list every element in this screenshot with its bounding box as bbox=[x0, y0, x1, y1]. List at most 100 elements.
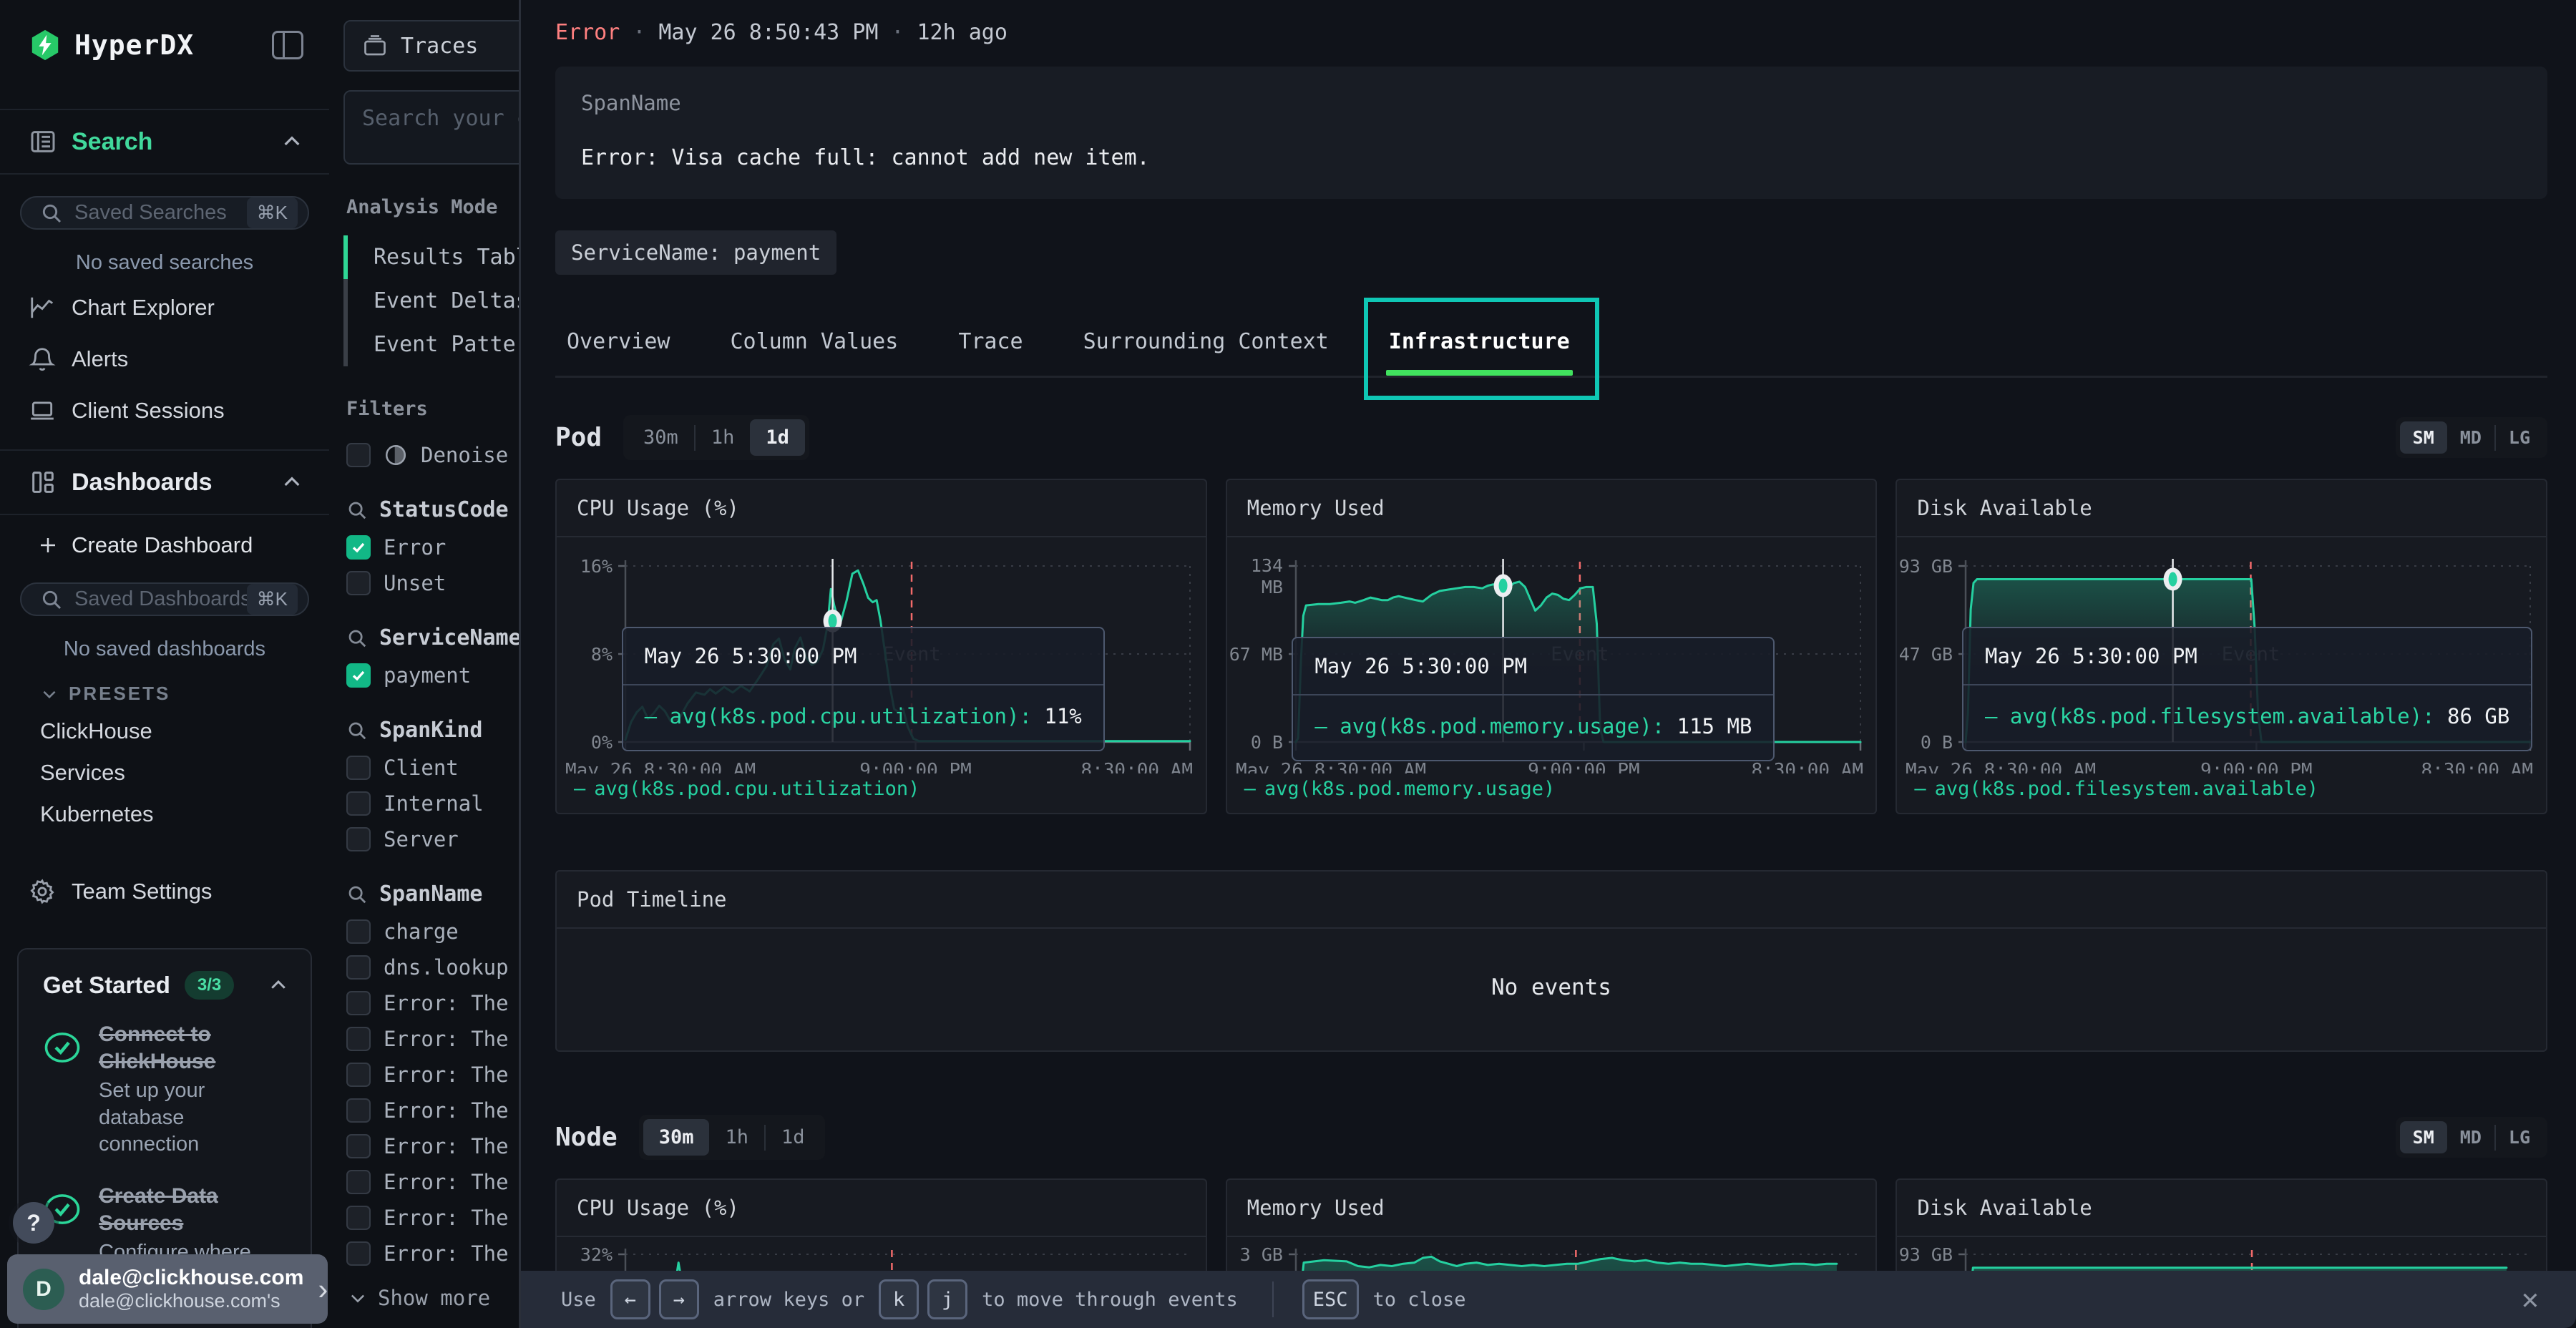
checkbox-checked[interactable] bbox=[346, 535, 371, 560]
sidebar-item-alerts[interactable]: Alerts bbox=[0, 333, 329, 385]
chart-card-pod-cpu: CPU Usage (%) 16%8%0%May 26 8:30:00 AM9:… bbox=[555, 479, 1207, 814]
checkbox-unchecked[interactable] bbox=[346, 827, 371, 851]
checkbox-unchecked[interactable] bbox=[346, 955, 371, 980]
presets-toggle[interactable]: PRESETS bbox=[0, 668, 329, 711]
pod-size-md[interactable]: MD bbox=[2447, 421, 2494, 454]
help-button[interactable]: ? bbox=[13, 1202, 54, 1244]
filter-option-row[interactable]: payment bbox=[343, 658, 519, 693]
pod-memory-chart[interactable]: 134MB67 MB0 BMay 26 8:30:00 AM9:00:00 PM… bbox=[1227, 537, 1876, 773]
filter-option-row[interactable]: Unset bbox=[343, 565, 519, 601]
filter-option-row[interactable]: Internal bbox=[343, 786, 519, 821]
filter-option-row[interactable]: Client bbox=[343, 750, 519, 786]
chart-line-icon bbox=[29, 294, 56, 321]
node-size-sm[interactable]: SM bbox=[2400, 1121, 2447, 1153]
close-icon[interactable]: ✕ bbox=[2522, 1283, 2539, 1316]
k-key[interactable]: k bbox=[879, 1279, 919, 1319]
preset-kubernetes[interactable]: Kubernetes bbox=[0, 794, 329, 835]
checkbox-unchecked[interactable] bbox=[346, 1027, 371, 1051]
hint-close: to close bbox=[1373, 1289, 1466, 1311]
analysis-mode-option[interactable]: Results Table bbox=[343, 235, 519, 279]
pod-size-sm[interactable]: SM bbox=[2400, 421, 2447, 454]
svg-text:0 B: 0 B bbox=[1251, 732, 1283, 753]
filter-option-label: Error bbox=[384, 535, 446, 560]
filter-option-row[interactable]: charge bbox=[343, 914, 519, 949]
tab-infrastructure[interactable]: Infrastructure bbox=[1382, 311, 1577, 376]
filter-option-row[interactable]: Error bbox=[343, 529, 519, 565]
filter-option-row[interactable]: Error: The cr bbox=[343, 1236, 519, 1271]
node-range-30m[interactable]: 30m bbox=[643, 1119, 710, 1156]
node-size-lg[interactable]: LG bbox=[2496, 1121, 2543, 1153]
analysis-mode-option[interactable]: Event Deltas bbox=[343, 279, 519, 323]
preset-services[interactable]: Services bbox=[0, 752, 329, 794]
sidebar-section-search[interactable]: Search bbox=[0, 109, 329, 175]
denoise-checkbox-row[interactable]: Denoise Results bbox=[343, 437, 519, 473]
get-started-item[interactable]: Connect to ClickHouse Set up your databa… bbox=[43, 1021, 289, 1158]
pod-range-30m[interactable]: 30m bbox=[628, 419, 694, 456]
checkbox-unchecked[interactable] bbox=[346, 1098, 371, 1123]
checkbox-unchecked[interactable] bbox=[346, 1206, 371, 1230]
tab-column-values[interactable]: Column Values bbox=[723, 311, 906, 376]
checkbox-unchecked[interactable] bbox=[346, 1063, 371, 1087]
node-size-md[interactable]: MD bbox=[2447, 1121, 2494, 1153]
filter-option-row[interactable]: Error: The cr bbox=[343, 1021, 519, 1057]
drawer-scroll-area[interactable]: Error · May 26 8:50:43 PM · 12h ago Span… bbox=[521, 0, 2576, 1328]
checkbox-unchecked[interactable] bbox=[346, 571, 371, 595]
filter-option-row[interactable]: Error: The cr bbox=[343, 1057, 519, 1093]
get-started-header[interactable]: Get Started 3/3 bbox=[43, 971, 289, 1000]
checkbox-unchecked[interactable] bbox=[346, 1170, 371, 1194]
filter-option-row[interactable]: Error: The cr bbox=[343, 985, 519, 1021]
sidebar-item-client-sessions[interactable]: Client Sessions bbox=[0, 385, 329, 436]
chart-legend[interactable]: —avg(k8s.pod.filesystem.available) bbox=[1897, 773, 2546, 813]
filter-option-row[interactable]: Error: The cr bbox=[343, 1200, 519, 1236]
arrow-left-key[interactable]: ← bbox=[610, 1279, 650, 1319]
checkbox-unchecked[interactable] bbox=[346, 443, 371, 467]
tab-surrounding-context[interactable]: Surrounding Context bbox=[1076, 311, 1336, 376]
saved-searches-input[interactable]: Saved Searches ⌘K bbox=[20, 196, 309, 230]
checkbox-checked[interactable] bbox=[346, 663, 371, 688]
filter-group-header: StatusCode bbox=[346, 497, 519, 522]
source-select[interactable]: Traces bbox=[343, 20, 519, 72]
checkbox-unchecked[interactable] bbox=[346, 991, 371, 1015]
chart-title: Disk Available bbox=[1897, 1180, 2546, 1237]
sidebar-section-dashboards[interactable]: Dashboards bbox=[0, 449, 329, 515]
filter-option-row[interactable]: dns.lookup bbox=[343, 949, 519, 985]
pod-range-1d[interactable]: 1d bbox=[750, 419, 805, 456]
keyboard-hint-bar: Use ← → arrow keys or k j to move throug… bbox=[521, 1271, 2576, 1328]
node-range-1h[interactable]: 1h bbox=[709, 1119, 764, 1156]
filter-option-row[interactable]: Error: The cr bbox=[343, 1128, 519, 1164]
filter-option-row[interactable]: Server bbox=[343, 821, 519, 857]
filter-option-label: Error: The cr bbox=[384, 1027, 519, 1051]
checkbox-unchecked[interactable] bbox=[346, 919, 371, 944]
pod-size-lg[interactable]: LG bbox=[2496, 421, 2543, 454]
checkbox-unchecked[interactable] bbox=[346, 756, 371, 780]
esc-key[interactable]: ESC bbox=[1302, 1279, 1359, 1319]
saved-dashboards-input[interactable]: Saved Dashboards ⌘K bbox=[20, 582, 309, 616]
filter-option-row[interactable]: Error: The cr bbox=[343, 1093, 519, 1128]
search-icon bbox=[346, 628, 368, 649]
node-range-1d[interactable]: 1d bbox=[766, 1119, 821, 1156]
arrow-right-key[interactable]: → bbox=[659, 1279, 699, 1319]
analysis-mode-option[interactable]: Event Patterns bbox=[343, 323, 519, 366]
create-dashboard-button[interactable]: Create Dashboard bbox=[0, 515, 329, 561]
checkbox-unchecked[interactable] bbox=[346, 1241, 371, 1266]
chart-legend[interactable]: —avg(k8s.pod.cpu.utilization) bbox=[557, 773, 1206, 813]
user-menu[interactable]: D dale@clickhouse.com dale@clickhouse.co… bbox=[7, 1254, 328, 1324]
chart-legend[interactable]: —avg(k8s.pod.memory.usage) bbox=[1227, 773, 1876, 813]
checkbox-unchecked[interactable] bbox=[346, 1134, 371, 1158]
show-more-button[interactable]: Show more bbox=[348, 1286, 519, 1310]
filter-option-row[interactable]: Error: The cr bbox=[343, 1164, 519, 1200]
pod-cpu-chart[interactable]: 16%8%0%May 26 8:30:00 AM9:00:00 PM8:30:0… bbox=[557, 537, 1206, 773]
sidebar-item-team-settings[interactable]: Team Settings bbox=[0, 849, 329, 919]
sidebar-collapse-icon[interactable] bbox=[272, 31, 303, 59]
tooltip-timestamp: May 26 5:30:00 PM bbox=[623, 628, 1103, 685]
pod-disk-chart[interactable]: 93 GB47 GB0 BMay 26 8:30:00 AM9:00:00 PM… bbox=[1897, 537, 2546, 773]
j-key[interactable]: j bbox=[927, 1279, 967, 1319]
sidebar-item-chart-explorer[interactable]: Chart Explorer bbox=[0, 282, 329, 333]
event-search-input[interactable]: Search your events bbox=[343, 90, 519, 165]
preset-clickhouse[interactable]: ClickHouse bbox=[0, 711, 329, 752]
service-name-chip[interactable]: ServiceName: payment bbox=[555, 230, 836, 275]
checkbox-unchecked[interactable] bbox=[346, 791, 371, 816]
tab-trace[interactable]: Trace bbox=[951, 311, 1030, 376]
pod-range-1h[interactable]: 1h bbox=[696, 419, 751, 456]
tab-overview[interactable]: Overview bbox=[560, 311, 678, 376]
